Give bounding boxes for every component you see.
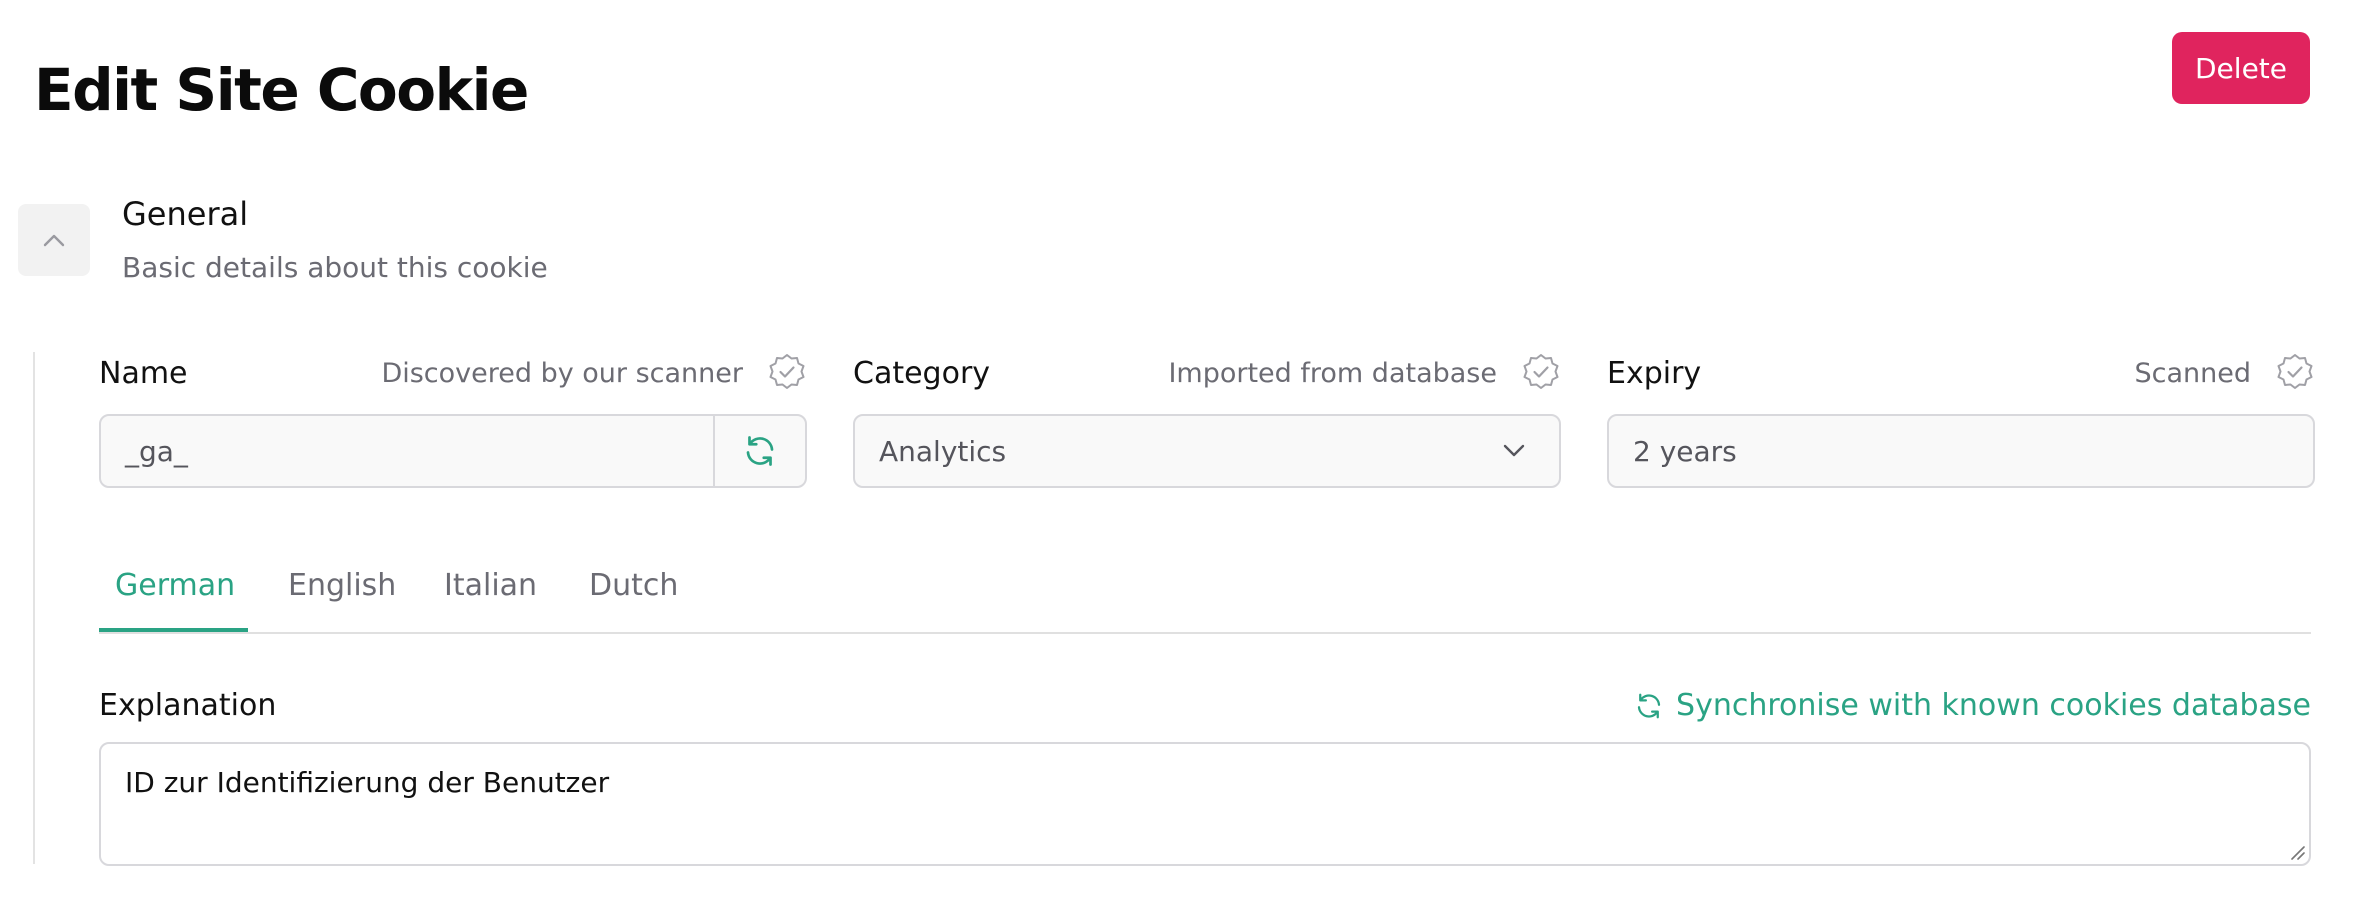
- name-input-value: _ga_: [125, 434, 188, 468]
- section-divider: [33, 352, 35, 864]
- section-title: General: [122, 195, 249, 233]
- category-dropdown-toggle[interactable]: [1469, 416, 1559, 486]
- regenerate-name-button[interactable]: [713, 416, 805, 486]
- expiry-label: Expiry: [1607, 356, 1702, 391]
- expiry-field-group: Expiry Scanned 2 years: [1607, 352, 2315, 488]
- chevron-down-icon: [1503, 444, 1525, 457]
- name-label: Name: [99, 356, 188, 391]
- verified-badge-icon: [1523, 354, 1559, 389]
- expiry-input-value: 2 years: [1633, 434, 1737, 468]
- name-field-group: Name Discovered by our scanner _ga_: [99, 352, 807, 488]
- tab-italian[interactable]: Italian: [444, 560, 537, 632]
- name-source: Discovered by our scanner: [381, 358, 743, 389]
- category-select-value: Analytics: [879, 434, 1007, 468]
- verified-badge-icon: [769, 354, 805, 389]
- refresh-icon: [1637, 693, 1661, 719]
- category-source: Imported from database: [1168, 358, 1497, 389]
- explanation-label: Explanation: [99, 688, 277, 723]
- verified-badge-icon: [2277, 354, 2313, 389]
- resize-handle-icon[interactable]: [2289, 844, 2305, 860]
- category-label: Category: [853, 356, 991, 391]
- collapse-section-button[interactable]: [18, 204, 90, 276]
- name-input[interactable]: _ga_: [99, 414, 807, 488]
- explanation-text: ID zur Identifizierung der Benutzer: [125, 766, 610, 799]
- section-description: Basic details about this cookie: [122, 251, 548, 284]
- page-title: Edit Site Cookie: [34, 56, 529, 124]
- expiry-input[interactable]: 2 years: [1607, 414, 2315, 488]
- category-field-group: Category Imported from database Analytic…: [853, 352, 1561, 488]
- explanation-textarea[interactable]: ID zur Identifizierung der Benutzer: [99, 742, 2311, 866]
- delete-button[interactable]: Delete: [2172, 32, 2310, 104]
- language-tabs: German English Italian Dutch: [99, 560, 2311, 634]
- category-select[interactable]: Analytics: [853, 414, 1561, 488]
- expiry-source: Scanned: [2134, 358, 2251, 389]
- refresh-icon: [746, 436, 774, 466]
- tab-german[interactable]: German: [99, 560, 248, 632]
- chevron-up-icon: [43, 234, 65, 247]
- sync-link-label: Synchronise with known cookies database: [1676, 688, 2311, 723]
- tab-english[interactable]: English: [288, 560, 396, 632]
- sync-cookies-database-link[interactable]: Synchronise with known cookies database: [1634, 686, 2311, 726]
- tab-dutch[interactable]: Dutch: [589, 560, 678, 632]
